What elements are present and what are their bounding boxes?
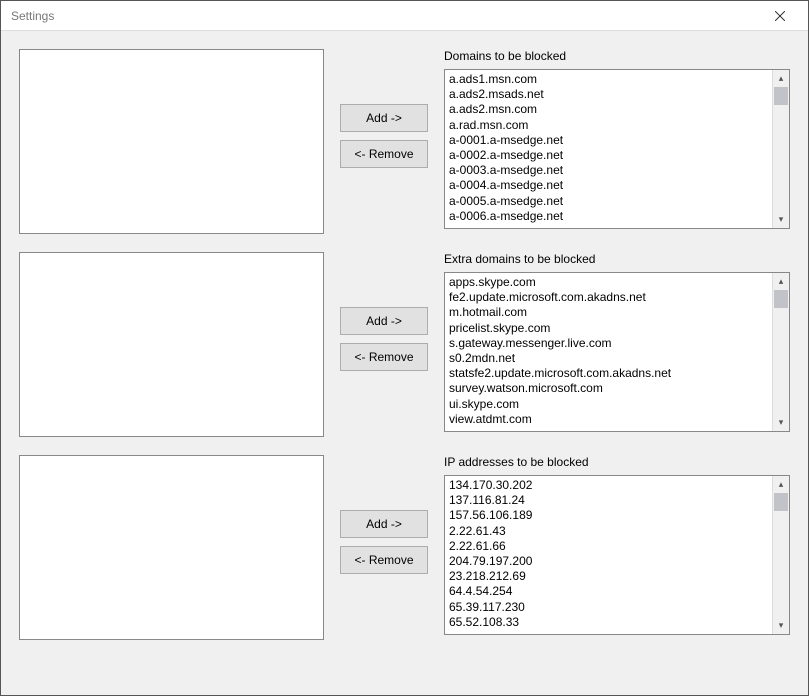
list-item[interactable]: 65.39.117.230 [449, 600, 768, 615]
extra-domains-input-list[interactable] [19, 252, 324, 437]
ips-add-button[interactable]: Add -> [340, 510, 428, 538]
list-item[interactable]: m.hotmail.com [449, 305, 768, 320]
list-item[interactable]: s0.2mdn.net [449, 351, 768, 366]
list-item[interactable]: view.atdmt.com [449, 412, 768, 427]
row-extra-domains: Add -> <- Remove Extra domains to be blo… [19, 252, 790, 437]
domains-scrollbar[interactable]: ▴ ▾ [772, 70, 789, 228]
list-item[interactable]: a.ads1.msn.com [449, 72, 768, 87]
window-title: Settings [11, 9, 54, 23]
list-item[interactable]: 64.4.54.254 [449, 584, 768, 599]
scroll-thumb[interactable] [774, 290, 788, 308]
extra-domains-button-col: Add -> <- Remove [340, 307, 428, 371]
scroll-up-icon[interactable]: ▴ [773, 273, 789, 290]
domains-list[interactable]: a.ads1.msn.coma.ads2.msads.neta.ads2.msn… [444, 69, 790, 229]
list-item[interactable]: apps.skype.com [449, 275, 768, 290]
scroll-thumb[interactable] [774, 493, 788, 511]
scroll-up-icon[interactable]: ▴ [773, 476, 789, 493]
content-area: Add -> <- Remove Domains to be blocked a… [1, 31, 808, 695]
list-item[interactable]: s.gateway.messenger.live.com [449, 336, 768, 351]
list-item[interactable]: survey.watson.microsoft.com [449, 381, 768, 396]
list-item[interactable]: ui.skype.com [449, 397, 768, 412]
scroll-track[interactable] [773, 290, 789, 414]
scroll-thumb[interactable] [774, 87, 788, 105]
domains-remove-button[interactable]: <- Remove [340, 140, 428, 168]
list-item[interactable]: 2.22.61.66 [449, 539, 768, 554]
list-item[interactable]: a-0006.a-msedge.net [449, 209, 768, 224]
extra-domains-list[interactable]: apps.skype.comfe2.update.microsoft.com.a… [444, 272, 790, 432]
extra-domains-add-button[interactable]: Add -> [340, 307, 428, 335]
ips-right-col: IP addresses to be blocked 134.170.30.20… [444, 455, 790, 635]
extra-domains-right-col: Extra domains to be blocked apps.skype.c… [444, 252, 790, 432]
ips-remove-button[interactable]: <- Remove [340, 546, 428, 574]
scroll-up-icon[interactable]: ▴ [773, 70, 789, 87]
settings-window: Settings Add -> <- Remove Domains to be … [0, 0, 809, 696]
ips-scrollbar[interactable]: ▴ ▾ [772, 476, 789, 634]
domains-input-list[interactable] [19, 49, 324, 234]
ips-label: IP addresses to be blocked [444, 455, 790, 469]
list-item[interactable]: a-0005.a-msedge.net [449, 194, 768, 209]
list-item[interactable]: 23.218.212.69 [449, 569, 768, 584]
list-item[interactable]: a-0003.a-msedge.net [449, 163, 768, 178]
list-item[interactable]: a.rad.msn.com [449, 118, 768, 133]
scroll-track[interactable] [773, 493, 789, 617]
list-item[interactable]: statsfe2.update.microsoft.com.akadns.net [449, 366, 768, 381]
list-item[interactable]: 157.56.106.189 [449, 508, 768, 523]
scroll-track[interactable] [773, 87, 789, 211]
domains-right-col: Domains to be blocked a.ads1.msn.coma.ad… [444, 49, 790, 229]
domains-add-button[interactable]: Add -> [340, 104, 428, 132]
list-item[interactable]: a-0004.a-msedge.net [449, 178, 768, 193]
close-button[interactable] [760, 2, 800, 30]
list-item[interactable]: 65.52.108.33 [449, 615, 768, 630]
scroll-down-icon[interactable]: ▾ [773, 414, 789, 431]
list-item[interactable]: fe2.update.microsoft.com.akadns.net [449, 290, 768, 305]
domains-list-inner: a.ads1.msn.coma.ads2.msads.neta.ads2.msn… [445, 70, 772, 228]
list-item[interactable]: a-0002.a-msedge.net [449, 148, 768, 163]
extra-domains-remove-button[interactable]: <- Remove [340, 343, 428, 371]
list-item[interactable]: a.ads2.msn.com [449, 102, 768, 117]
list-item[interactable]: 204.79.197.200 [449, 554, 768, 569]
list-item[interactable]: 2.22.61.43 [449, 524, 768, 539]
domains-button-col: Add -> <- Remove [340, 104, 428, 168]
ips-list[interactable]: 134.170.30.202137.116.81.24157.56.106.18… [444, 475, 790, 635]
extra-domains-list-inner: apps.skype.comfe2.update.microsoft.com.a… [445, 273, 772, 431]
ips-button-col: Add -> <- Remove [340, 510, 428, 574]
list-item[interactable]: 137.116.81.24 [449, 493, 768, 508]
ips-list-inner: 134.170.30.202137.116.81.24157.56.106.18… [445, 476, 772, 634]
extra-domains-label: Extra domains to be blocked [444, 252, 790, 266]
close-icon [775, 11, 785, 21]
ips-input-list[interactable] [19, 455, 324, 640]
list-item[interactable]: a.ads2.msads.net [449, 87, 768, 102]
titlebar: Settings [1, 1, 808, 31]
domains-label: Domains to be blocked [444, 49, 790, 63]
list-item[interactable]: a-0001.a-msedge.net [449, 133, 768, 148]
scroll-down-icon[interactable]: ▾ [773, 617, 789, 634]
list-item[interactable]: 134.170.30.202 [449, 478, 768, 493]
extra-domains-scrollbar[interactable]: ▴ ▾ [772, 273, 789, 431]
row-domains: Add -> <- Remove Domains to be blocked a… [19, 49, 790, 234]
list-item[interactable]: pricelist.skype.com [449, 321, 768, 336]
row-ips: Add -> <- Remove IP addresses to be bloc… [19, 455, 790, 640]
scroll-down-icon[interactable]: ▾ [773, 211, 789, 228]
